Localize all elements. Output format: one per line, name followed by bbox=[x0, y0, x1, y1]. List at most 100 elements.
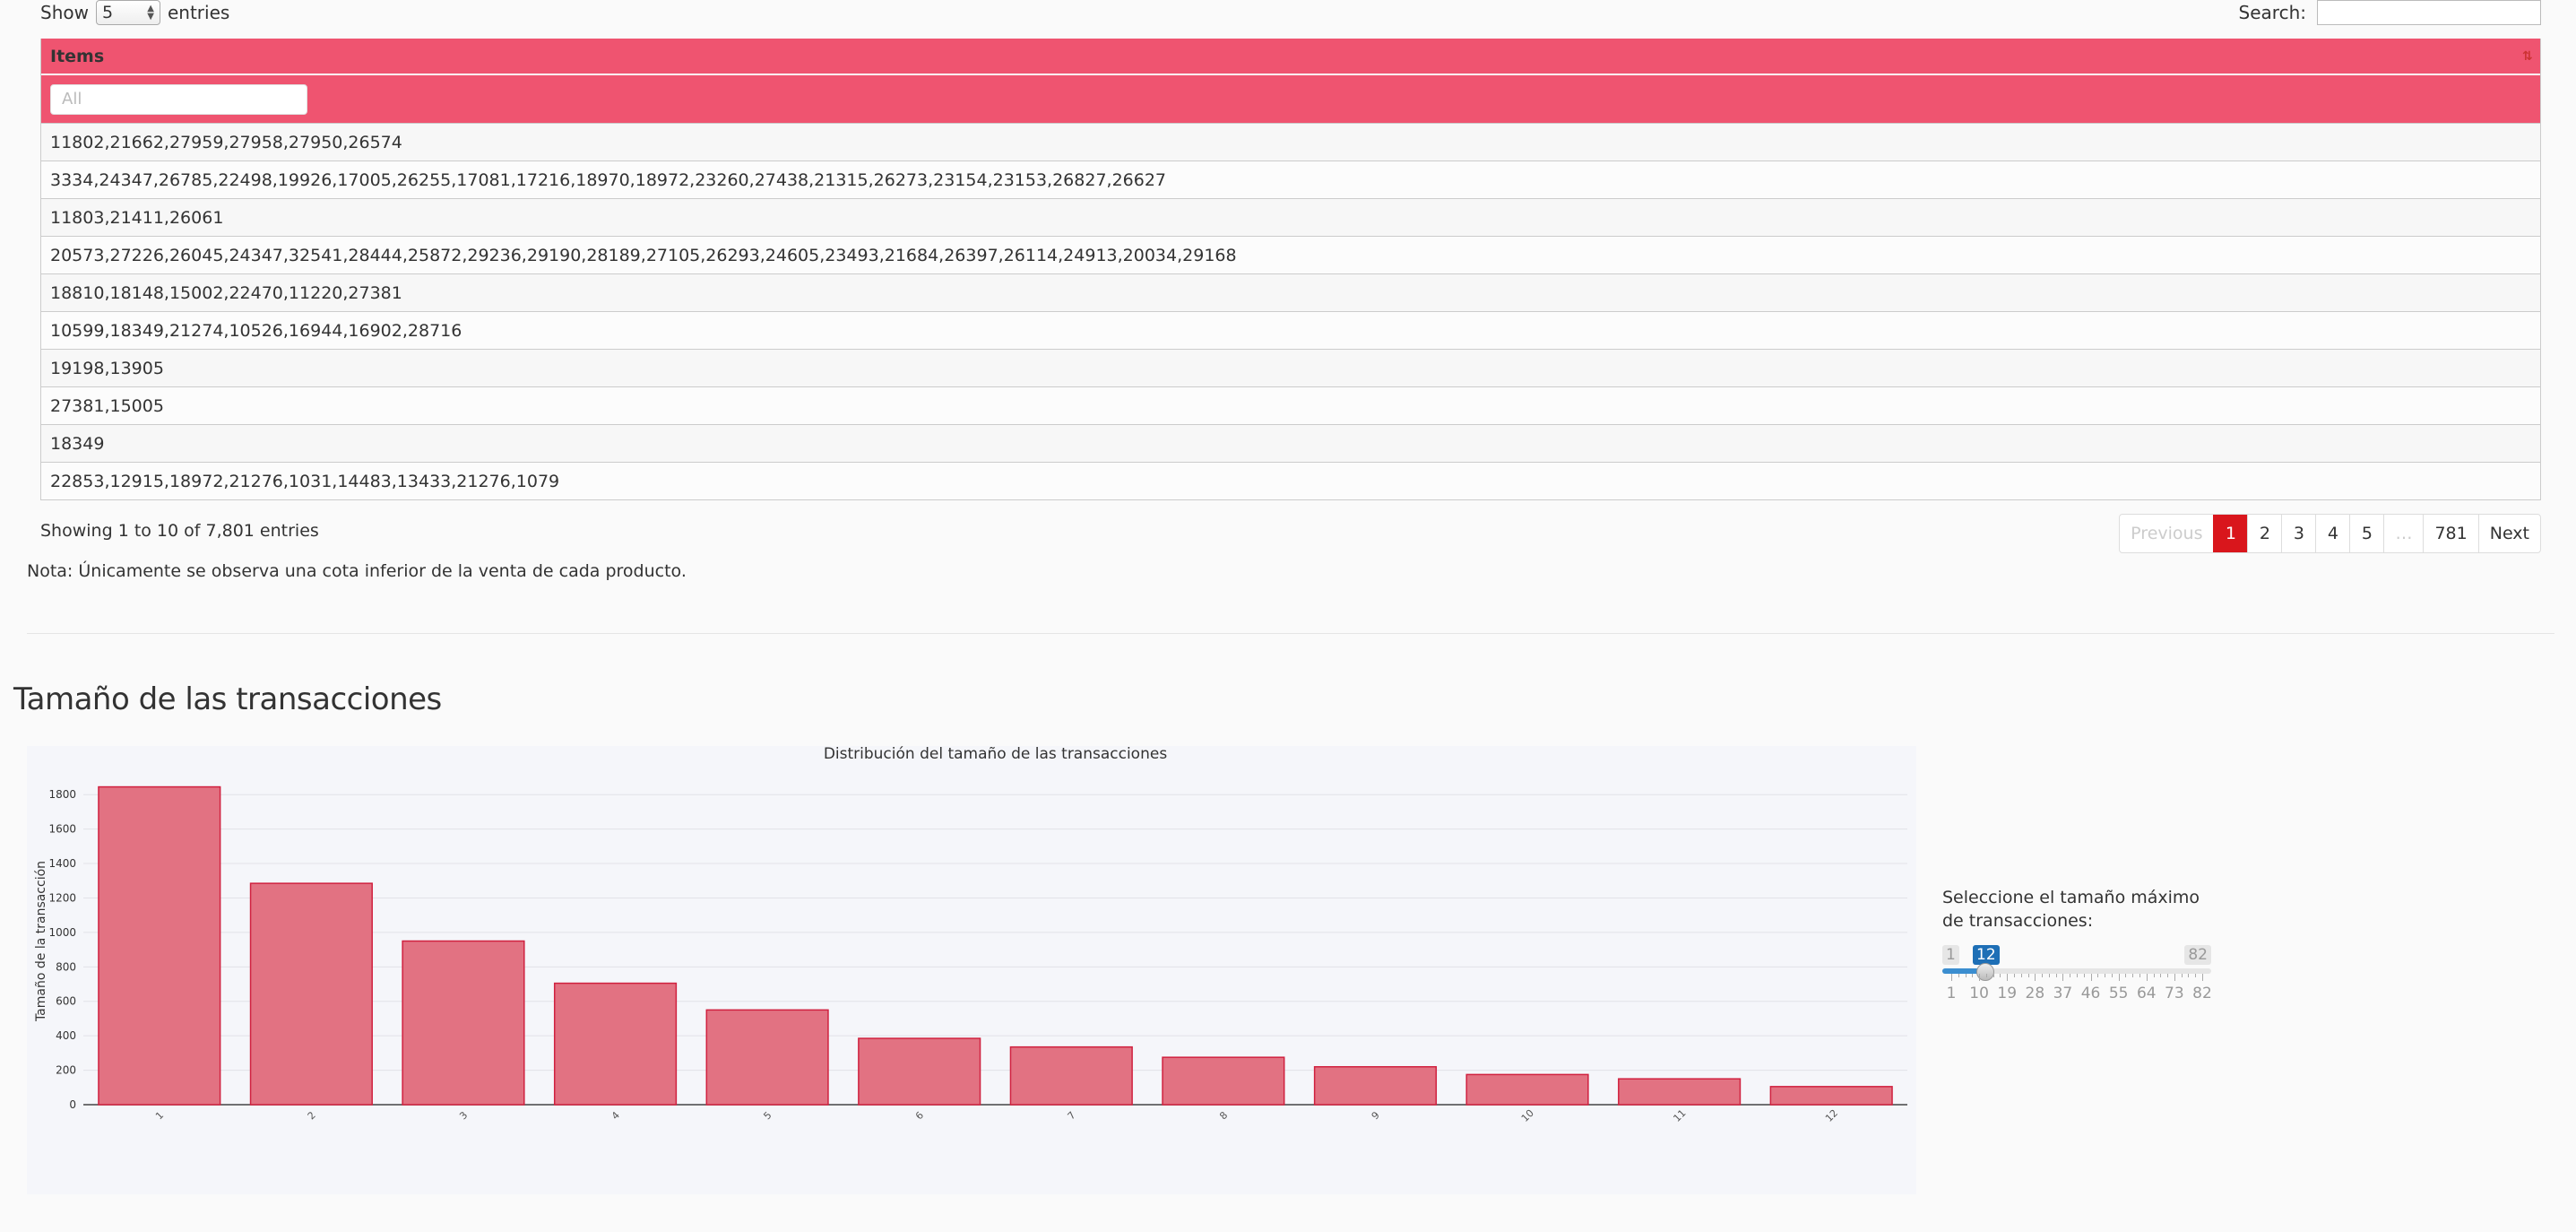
chart-svg: Distribución del tamaño de las transacci… bbox=[34, 746, 1907, 1124]
y-tick-label: 1000 bbox=[48, 926, 76, 939]
slider-minor-tick bbox=[2014, 974, 2015, 977]
bar bbox=[1769, 1086, 1893, 1106]
page-button-2[interactable]: 2 bbox=[2247, 515, 2281, 552]
column-header-items[interactable]: Items ⇅ bbox=[41, 39, 2540, 75]
bar bbox=[1313, 1065, 1438, 1106]
note-text: Nota: Únicamente se observa una cota inf… bbox=[27, 561, 687, 581]
bar bbox=[98, 785, 221, 1106]
y-tick-label: 1200 bbox=[48, 891, 76, 904]
length-control: Show 5 ▲ ▼ entries bbox=[40, 0, 229, 25]
slider-minor-tick bbox=[1985, 974, 1987, 977]
x-tick-label: 2 bbox=[306, 1109, 318, 1122]
table-row[interactable]: 22853,12915,18972,21276,1031,14483,13433… bbox=[41, 463, 2540, 500]
slider-tick bbox=[2174, 974, 2175, 981]
table-info: Showing 1 to 10 of 7,801 entries bbox=[40, 521, 319, 541]
page-button-1[interactable]: 1 bbox=[2213, 515, 2248, 552]
bar bbox=[553, 982, 678, 1106]
slider-grid-label: 10 bbox=[1969, 985, 1989, 1002]
bar-chart: Distribución del tamaño de las transacci… bbox=[27, 746, 1916, 1194]
slider-value-label: 12 bbox=[1973, 945, 2000, 965]
bar bbox=[1009, 1045, 1133, 1106]
slider-max-label: 82 bbox=[2184, 945, 2211, 965]
slider-tick bbox=[2062, 974, 2064, 981]
y-tick-label: 1800 bbox=[48, 788, 76, 801]
y-tick-label: 400 bbox=[56, 1029, 76, 1042]
table-row[interactable]: 3334,24347,26785,22498,19926,17005,26255… bbox=[41, 161, 2540, 199]
max-size-slider[interactable]: 1 82 12 1 10 19 28 37 46 55 64 73 82 bbox=[1942, 938, 2212, 1002]
entries-select-value: 5 bbox=[101, 3, 114, 22]
page-button-4[interactable]: 4 bbox=[2315, 515, 2349, 552]
table-row[interactable]: 11802,21662,27959,27958,27950,26574 bbox=[41, 124, 2540, 161]
table-row[interactable]: 18349 bbox=[41, 425, 2540, 463]
y-tick-label: 1400 bbox=[48, 857, 76, 870]
table-row[interactable]: 27381,15005 bbox=[41, 387, 2540, 425]
page-button-3[interactable]: 3 bbox=[2281, 515, 2315, 552]
slider-tick bbox=[2035, 974, 2036, 981]
x-tick-label: 9 bbox=[1370, 1109, 1382, 1122]
pagination: Previous 1 2 3 4 5… 781 Next bbox=[2119, 514, 2541, 553]
section-title: Tamaño de las transacciones bbox=[13, 681, 442, 717]
x-tick-label: 6 bbox=[913, 1109, 926, 1122]
previous-button[interactable]: Previous bbox=[2120, 515, 2213, 552]
slider-ticks bbox=[1942, 974, 2211, 983]
x-tick-label: 8 bbox=[1217, 1109, 1230, 1122]
slider-tick bbox=[2007, 974, 2009, 981]
slider-minor-tick bbox=[2077, 974, 2078, 977]
slider-minor-tick bbox=[2125, 974, 2127, 977]
slider-tick bbox=[2146, 974, 2148, 981]
page-button-781[interactable]: 781 bbox=[2423, 515, 2477, 552]
y-tick-label: 1600 bbox=[48, 823, 76, 836]
bar bbox=[1162, 1056, 1285, 1106]
slider-grid-label: 64 bbox=[2136, 985, 2157, 1002]
slider-grid-label: 28 bbox=[2025, 985, 2045, 1002]
slider-grid-label: 19 bbox=[1997, 985, 2018, 1002]
y-tick-label: 0 bbox=[69, 1098, 76, 1111]
x-tick-label: 7 bbox=[1066, 1109, 1078, 1122]
table-body: 11802,21662,27959,27958,27950,26574 3334,… bbox=[41, 123, 2540, 500]
slider-minor-tick bbox=[1993, 974, 1994, 977]
slider-tick bbox=[2090, 974, 2092, 981]
search-input[interactable] bbox=[2317, 0, 2541, 25]
x-tick-label: 10 bbox=[1519, 1107, 1536, 1124]
page-button-5[interactable]: 5 bbox=[2349, 515, 2383, 552]
x-tick-label: 12 bbox=[1823, 1107, 1840, 1124]
x-tick-label: 5 bbox=[761, 1109, 774, 1122]
slider-minor-tick bbox=[2167, 974, 2169, 977]
table-row[interactable]: 18810,18148,15002,22470,11220,27381 bbox=[41, 274, 2540, 312]
column-filter-input[interactable]: All bbox=[50, 83, 307, 115]
slider-min-label: 1 bbox=[1942, 945, 1959, 965]
table-row[interactable]: 11803,21411,26061 bbox=[41, 199, 2540, 237]
slider-minor-tick bbox=[2160, 974, 2162, 977]
slider-minor-tick bbox=[2055, 974, 2057, 977]
table-row[interactable]: 19198,13905 bbox=[41, 350, 2540, 387]
sort-icon: ⇅ bbox=[2522, 49, 2533, 64]
show-label: Show bbox=[40, 2, 89, 23]
slider-minor-tick bbox=[1965, 974, 1967, 977]
y-tick-label: 200 bbox=[56, 1064, 76, 1077]
slider-minor-tick bbox=[2195, 974, 2197, 977]
chart-title: Distribución del tamaño de las transacci… bbox=[824, 746, 1168, 763]
column-header-label: Items bbox=[50, 46, 105, 66]
next-button[interactable]: Next bbox=[2477, 515, 2540, 552]
page-ellipsis: … bbox=[2383, 515, 2423, 552]
slider-minor-tick bbox=[2132, 974, 2134, 977]
search-label: Search: bbox=[2238, 2, 2306, 23]
select-arrows-icon: ▲ ▼ bbox=[147, 4, 154, 22]
table-row[interactable]: 20573,27226,26045,24347,32541,28444,2587… bbox=[41, 237, 2540, 274]
slider-grid-label: 73 bbox=[2165, 985, 2184, 1002]
bar bbox=[705, 1009, 829, 1106]
y-tick-label: 600 bbox=[56, 995, 76, 1008]
entries-label: entries bbox=[167, 2, 230, 23]
slider-minor-tick bbox=[2000, 974, 2001, 977]
y-axis-label: Tamaño de la transacción bbox=[34, 861, 48, 1022]
table-row[interactable]: 10599,18349,21274,10526,16944,16902,2871… bbox=[41, 312, 2540, 350]
slider-minor-tick bbox=[2083, 974, 2085, 977]
slider-grid-label: 82 bbox=[2192, 985, 2212, 1002]
entries-select[interactable]: 5 ▲ ▼ bbox=[95, 0, 160, 25]
divider bbox=[27, 633, 2554, 634]
slider-minor-tick bbox=[2027, 974, 2029, 977]
x-tick-label: 3 bbox=[457, 1109, 470, 1122]
x-tick-label: 4 bbox=[609, 1109, 622, 1122]
slider-minor-tick bbox=[2139, 974, 2140, 977]
slider-minor-tick bbox=[2048, 974, 2050, 977]
